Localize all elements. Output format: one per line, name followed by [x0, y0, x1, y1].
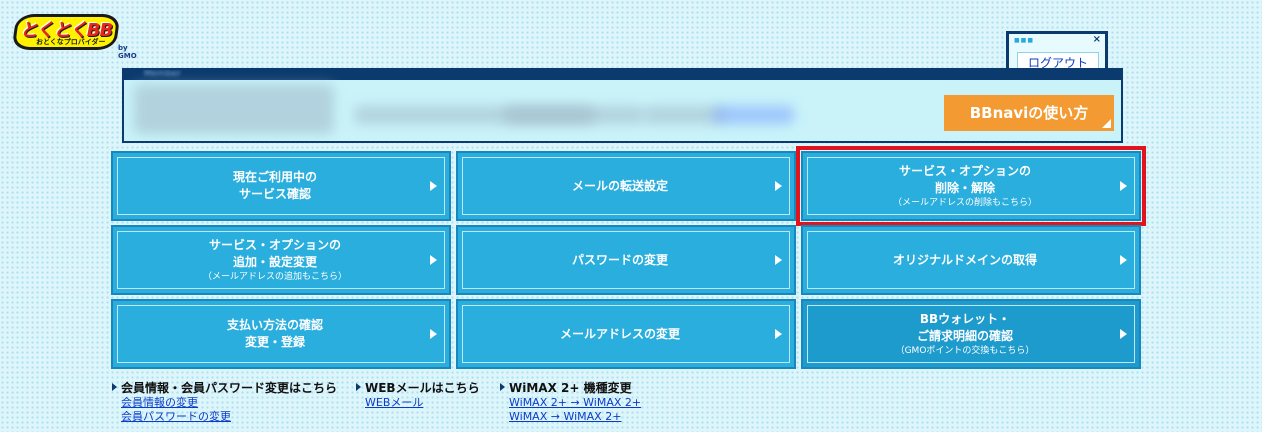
bbnavi-help-button[interactable]: BBnaviの使い方: [944, 95, 1114, 131]
footer-member-group: 会員情報・会員パスワード変更はこちら 会員情報の変更 会員パスワードの変更: [112, 380, 337, 424]
tile-note: （メールアドレスの追加もこちら）: [202, 271, 347, 282]
blurred-content: [644, 106, 724, 124]
window-dots-icon: ■■■: [1014, 37, 1035, 44]
footer-webmail-title: WEBメールはこちら: [365, 381, 480, 395]
blurred-content: [504, 106, 644, 124]
tile-payment-method[interactable]: 支払い方法の確認 変更・登録: [111, 299, 451, 369]
arrow-right-icon: [430, 329, 437, 339]
arrow-right-icon: [775, 255, 782, 265]
footer-webmail-group: WEBメールはこちら WEBメール: [356, 380, 480, 410]
tile-delete-service-option[interactable]: サービス・オプションの 削除・解除 （メールアドレスの削除もこちら）: [796, 146, 1146, 226]
tile-label: 変更・登録: [244, 335, 305, 349]
bullet-arrow-icon: [112, 383, 117, 391]
tile-label: 追加・設定変更: [232, 254, 317, 269]
tile-note: （GMOポイントの交換もこちら）: [895, 345, 1035, 356]
footer-group-title: WEBメールはこちら: [356, 380, 480, 396]
close-icon[interactable]: ×: [1093, 34, 1101, 45]
tile-label: メールの転送設定: [571, 178, 668, 193]
link-member-info-change[interactable]: 会員情報の変更: [121, 396, 337, 410]
tile-add-service-option[interactable]: サービス・オプションの 追加・設定変更 （メールアドレスの追加もこちら）: [111, 225, 451, 295]
footer-wimax-group: WiMAX 2+ 機種変更 WiMAX 2+ → WiMAX 2+ WiMAX …: [500, 380, 641, 424]
arrow-right-icon: [430, 181, 437, 191]
bullet-arrow-icon: [356, 383, 361, 391]
logo-brand: by GMO: [118, 44, 137, 60]
tile-mail-forwarding[interactable]: メールの転送設定: [456, 151, 796, 221]
member-info-panel: Member BBnaviの使い方: [122, 68, 1123, 143]
menu-grid: 現在ご利用中の サービス確認 メールの転送設定 サービス・オプションの 削除・解…: [111, 146, 1146, 369]
tile-bb-wallet[interactable]: BBウォレット・ ご請求明細の確認 （GMOポイントの交換もこちら）: [801, 299, 1141, 369]
footer-wimax-title: WiMAX 2+ 機種変更: [509, 381, 632, 395]
logo-subtitle: おとくなプロバイダー: [36, 38, 106, 46]
tile-change-password[interactable]: パスワードの変更: [456, 225, 796, 295]
tile-label: 現在ご利用中の: [232, 170, 317, 184]
bbnavi-help-label: BBnaviの使い方: [969, 104, 1089, 122]
blurred-content: [714, 106, 794, 124]
tile-note: （メールアドレスの削除もこちら）: [892, 197, 1037, 208]
link-webmail[interactable]: WEBメール: [365, 396, 480, 410]
tile-label: 削除・解除: [934, 180, 995, 195]
link-wimax2-to-wimax2[interactable]: WiMAX 2+ → WiMAX 2+: [509, 396, 641, 410]
bullet-arrow-icon: [500, 383, 505, 391]
tile-change-mail-address[interactable]: メールアドレスの変更: [456, 299, 796, 369]
link-member-password-change[interactable]: 会員パスワードの変更: [121, 410, 337, 424]
arrow-right-icon: [430, 255, 437, 265]
tile-current-services[interactable]: 現在ご利用中の サービス確認: [111, 151, 451, 221]
tile-label: パスワードの変更: [571, 252, 668, 267]
tile-label: 支払い方法の確認: [226, 318, 323, 332]
footer-group-title: WiMAX 2+ 機種変更: [500, 380, 641, 396]
blurred-content: [134, 84, 334, 134]
tile-label: メールアドレスの変更: [559, 326, 680, 341]
tile-label: サービス確認: [238, 187, 311, 201]
site-logo[interactable]: とくとくBB おとくなプロバイダー by GMO: [11, 14, 137, 60]
arrow-right-icon: [1120, 181, 1127, 191]
footer-member-title: 会員情報・会員パスワード変更はこちら: [121, 381, 338, 395]
corner-arrow-icon: [1102, 119, 1111, 128]
member-panel-header-label: Member: [144, 69, 182, 79]
tile-label: サービス・オプションの: [208, 237, 341, 252]
tile-original-domain[interactable]: オリジナルドメインの取得: [801, 225, 1141, 295]
footer-group-title: 会員情報・会員パスワード変更はこちら: [112, 380, 337, 396]
arrow-right-icon: [1120, 255, 1127, 265]
tile-label: オリジナルドメインの取得: [892, 252, 1037, 267]
member-panel-header: [124, 70, 1121, 80]
tile-label: サービス・オプションの: [898, 163, 1031, 178]
tile-label: ご請求明細の確認: [916, 328, 1013, 343]
link-wimax-to-wimax2[interactable]: WiMAX → WiMAX 2+: [509, 410, 641, 424]
arrow-right-icon: [1120, 329, 1127, 339]
arrow-right-icon: [775, 329, 782, 339]
arrow-right-icon: [775, 181, 782, 191]
tile-label: BBウォレット・: [919, 311, 1011, 326]
